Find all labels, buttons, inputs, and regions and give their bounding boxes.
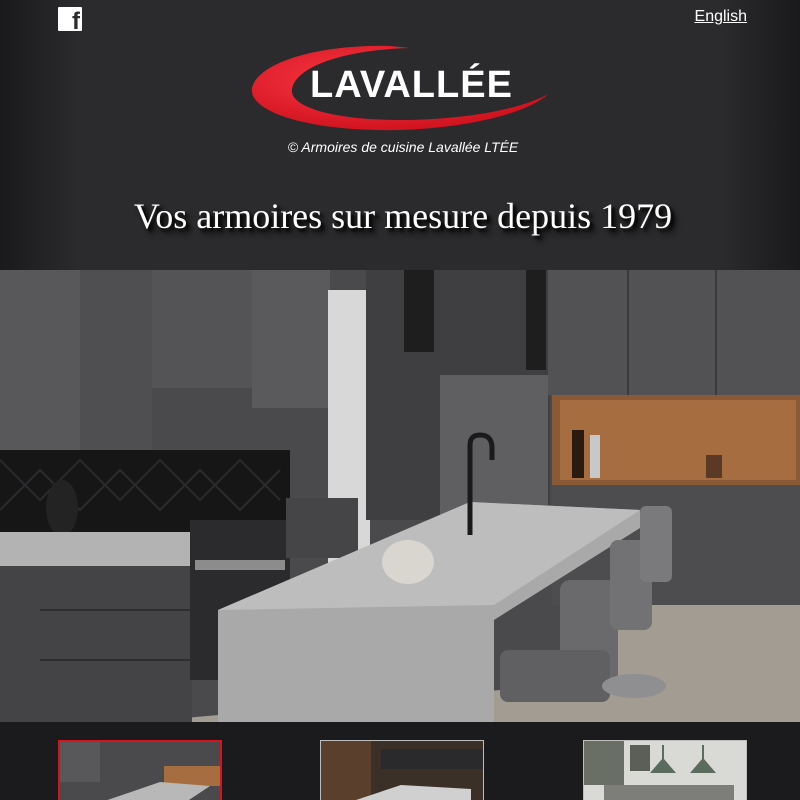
language-switch-link[interactable]: English [695,8,747,26]
copyright-text: © Armoires de cuisine Lavallée LTÉE [287,139,519,155]
gallery-thumbnail-1[interactable] [58,740,222,800]
gallery-thumbnail-2[interactable] [320,740,484,800]
gallery-thumbnail-3[interactable] [583,740,747,800]
logo-text: LAVALLÉE [310,64,513,106]
thumbnail-gallery [0,722,800,800]
facebook-icon[interactable]: f [58,7,82,31]
page-tagline: Vos armoires sur mesure depuis 1979 [133,196,673,236]
hero-image [0,270,800,722]
lavallee-logo[interactable]: LAVALLÉE [250,40,550,132]
site-header: f English LAVALLÉE © Armoires de cuisine… [0,0,800,270]
